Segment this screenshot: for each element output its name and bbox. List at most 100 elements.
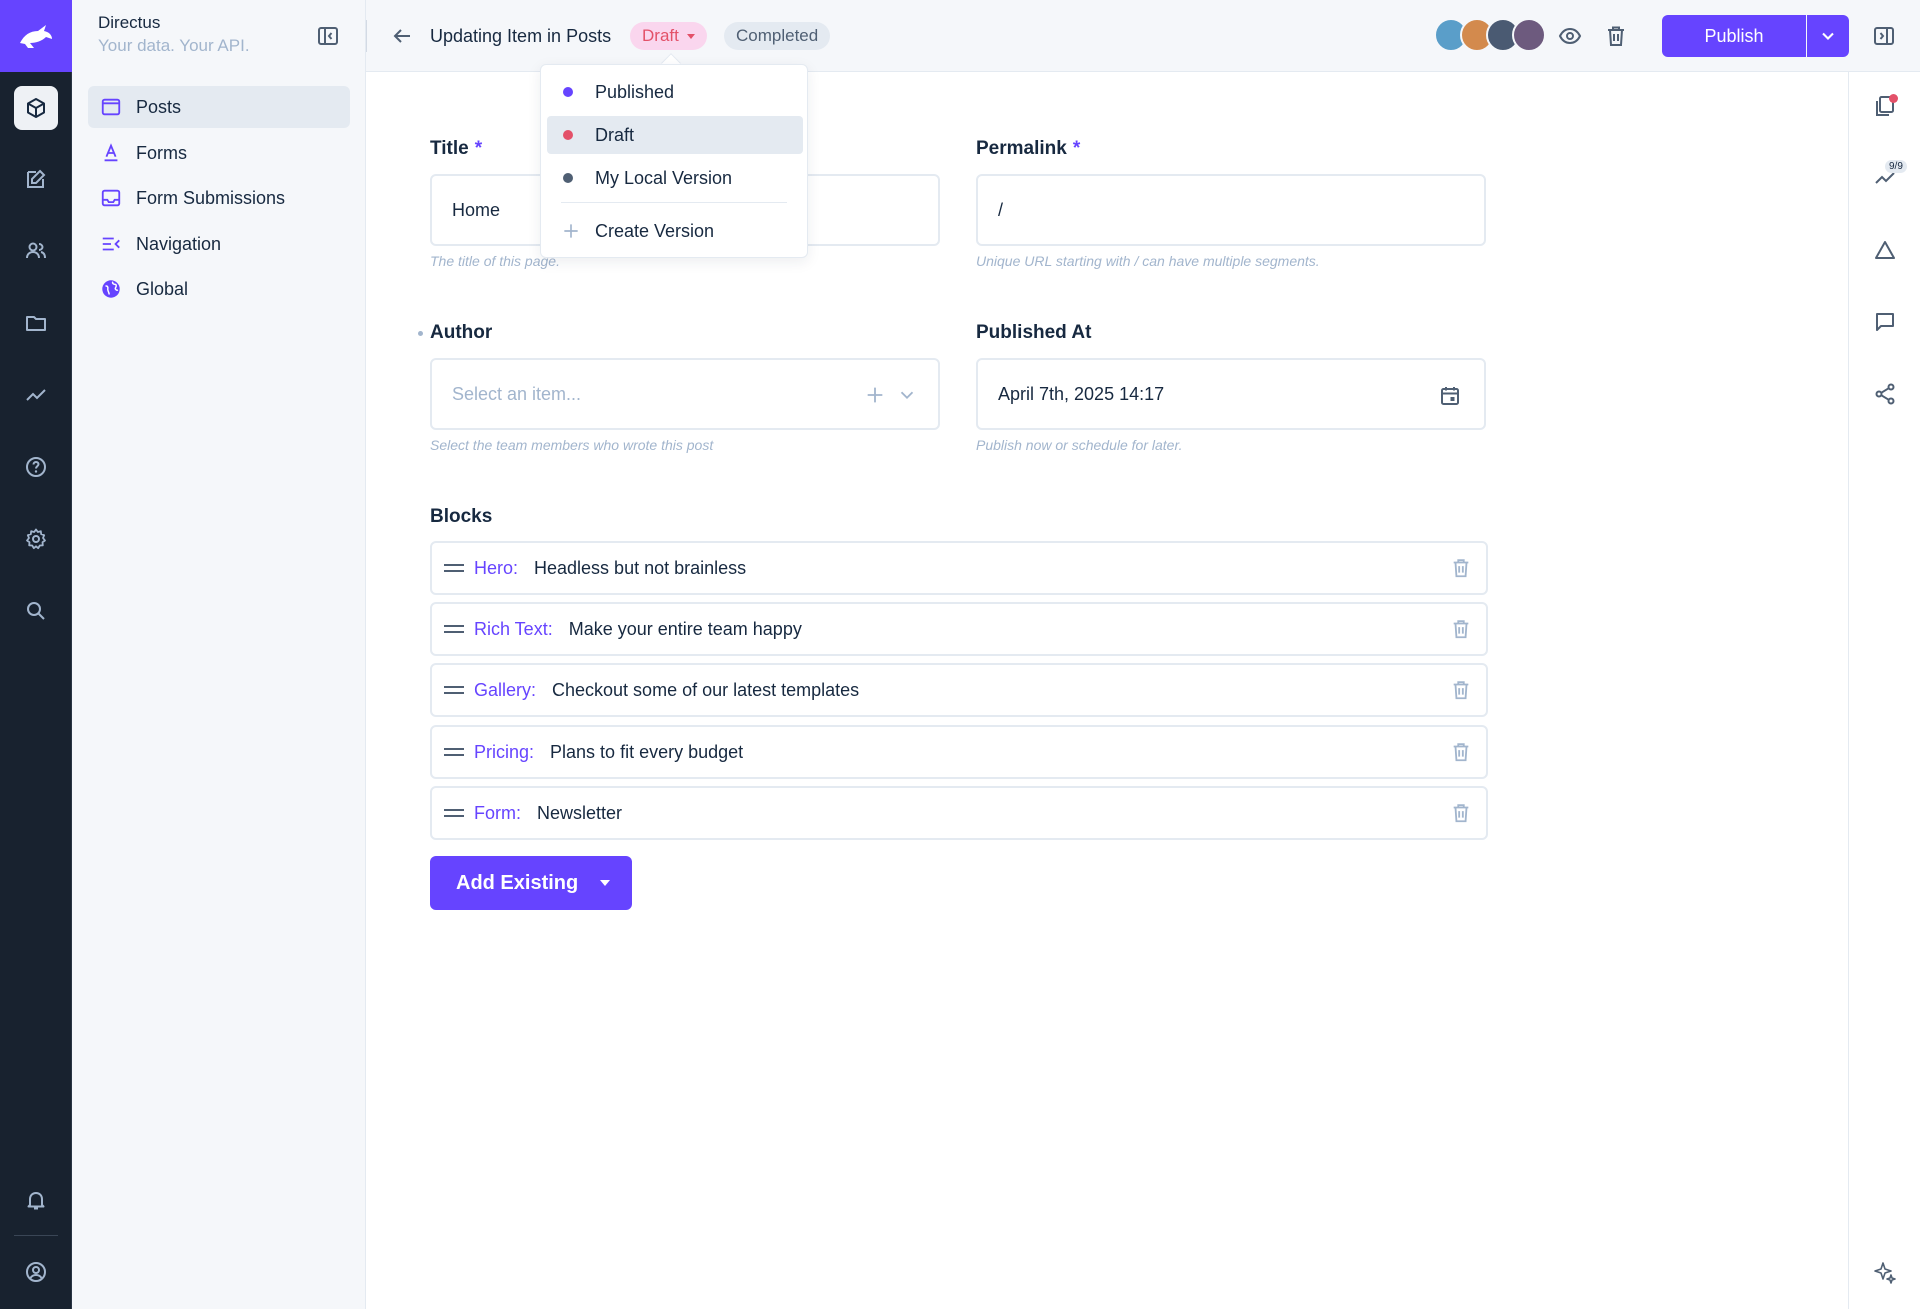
- project-info: Directus Your data. Your API.: [98, 12, 250, 58]
- share-icon[interactable]: [1873, 382, 1897, 406]
- header-divider: [366, 20, 367, 52]
- permalink-field-label: Permalink *: [976, 138, 1080, 160]
- drag-handle-icon[interactable]: [444, 746, 464, 758]
- chevron-down-icon[interactable]: [896, 384, 918, 406]
- status-badge: Completed: [724, 22, 831, 50]
- settings-module-button[interactable]: [14, 517, 58, 561]
- block-row[interactable]: Gallery: Checkout some of our latest tem…: [430, 663, 1488, 717]
- required-marker: *: [1072, 138, 1081, 159]
- permalink-input[interactable]: /: [976, 174, 1486, 246]
- block-title: Make your entire team happy: [568, 618, 802, 639]
- label-text: Title: [430, 138, 469, 159]
- sidebar-collapse-icon[interactable]: [316, 24, 340, 48]
- block-row[interactable]: Form: Newsletter: [430, 786, 1488, 840]
- gear-icon: [26, 528, 46, 550]
- block-title: Plans to fit every budget: [550, 741, 744, 762]
- notifications-button[interactable]: [14, 1178, 58, 1222]
- triangle-icon[interactable]: [1873, 238, 1897, 262]
- avatar[interactable]: [1512, 18, 1546, 52]
- nav-item-label: Navigation: [136, 233, 222, 254]
- nav-item-forms[interactable]: Forms: [88, 132, 350, 174]
- trash-icon[interactable]: [1450, 802, 1472, 824]
- menu-item-label: Published: [595, 81, 675, 102]
- comments-icon[interactable]: [1873, 310, 1897, 334]
- version-selector[interactable]: Draft: [630, 22, 707, 50]
- publish-options-button[interactable]: [1807, 15, 1849, 57]
- required-marker: *: [474, 138, 483, 159]
- drag-handle-icon[interactable]: [444, 807, 464, 819]
- rail-divider: [14, 1235, 58, 1236]
- publish-button[interactable]: Publish: [1662, 15, 1806, 57]
- inbox-icon: [101, 189, 121, 207]
- trash-icon[interactable]: [1604, 24, 1628, 48]
- label-text: Permalink: [976, 138, 1067, 159]
- trash-icon[interactable]: [1450, 679, 1472, 701]
- published-at-input[interactable]: April 7th, 2025 14:17: [976, 358, 1486, 430]
- nav-item-label: Global: [136, 278, 189, 299]
- user-profile-button[interactable]: [14, 1250, 58, 1294]
- calendar-icon[interactable]: [1438, 384, 1462, 408]
- folder-icon: [26, 316, 46, 331]
- help-module-button[interactable]: [14, 445, 58, 489]
- edit-icon: [27, 169, 46, 188]
- block-title: Headless but not brainless: [534, 557, 747, 578]
- files-module-button[interactable]: [14, 301, 58, 345]
- search-module-button[interactable]: [14, 589, 58, 633]
- add-existing-button[interactable]: Add Existing: [430, 856, 632, 910]
- published-at-field-label: Published At: [976, 322, 1092, 343]
- nav-item-posts[interactable]: Posts: [88, 86, 350, 128]
- insights-module-button[interactable]: [14, 373, 58, 417]
- version-pill-label: Draft: [642, 26, 679, 45]
- plus-icon[interactable]: [864, 384, 886, 406]
- block-row[interactable]: Rich Text: Make your entire team happy: [430, 602, 1488, 656]
- nav-item-form-submissions[interactable]: Form Submissions: [88, 177, 350, 219]
- drag-handle-icon[interactable]: [444, 562, 464, 574]
- nav-item-label: Forms: [136, 142, 187, 163]
- project-tagline: Your data. Your API.: [98, 36, 250, 55]
- navigation-icon: [102, 237, 120, 251]
- published-at-hint: Publish now or schedule for later.: [976, 437, 1183, 453]
- arrow-back-icon[interactable]: [390, 24, 414, 48]
- block-row[interactable]: Hero: Headless but not brainless: [430, 541, 1488, 595]
- posts-icon: [101, 98, 121, 116]
- nav-item-navigation[interactable]: Navigation: [88, 223, 350, 265]
- trash-icon[interactable]: [1450, 557, 1472, 579]
- drag-handle-icon[interactable]: [444, 623, 464, 635]
- sidebar-toggle-icon[interactable]: [1872, 24, 1896, 48]
- block-row[interactable]: Pricing: Plans to fit every budget: [430, 725, 1488, 779]
- nav-item-global[interactable]: Global: [88, 268, 350, 310]
- menu-item-draft[interactable]: Draft: [547, 116, 803, 154]
- menu-item-label: Draft: [595, 124, 635, 145]
- nav-item-label: Posts: [136, 96, 182, 117]
- bell-icon: [27, 1192, 45, 1210]
- help-icon: [26, 457, 46, 477]
- box-icon: [27, 98, 45, 118]
- block-type: Gallery:: [474, 679, 537, 700]
- block-type: Pricing:: [474, 741, 535, 762]
- eye-icon[interactable]: [1558, 24, 1582, 48]
- rabbit-logo-icon: [20, 25, 52, 48]
- trash-icon[interactable]: [1450, 741, 1472, 763]
- header-bar: Updating Item in Posts Draft Completed P…: [366, 0, 1920, 72]
- block-type: Rich Text:: [474, 618, 553, 639]
- author-select[interactable]: Select an item...: [430, 358, 940, 430]
- content-module-button[interactable]: [14, 86, 58, 130]
- drag-handle-icon[interactable]: [444, 684, 464, 696]
- menu-item-my-local-version[interactable]: My Local Version: [547, 159, 803, 197]
- sparkles-icon[interactable]: [1873, 1260, 1897, 1284]
- directus-logo[interactable]: [0, 0, 72, 72]
- search-icon: [27, 602, 45, 620]
- chevron-down-icon: [1822, 32, 1834, 40]
- trash-icon[interactable]: [1450, 618, 1472, 640]
- users-module-button[interactable]: [14, 229, 58, 273]
- status-dot: [563, 173, 573, 183]
- menu-item-published[interactable]: Published: [547, 73, 803, 111]
- status-dot: [563, 87, 573, 97]
- menu-item-create-version[interactable]: Create Version: [547, 212, 803, 250]
- title-field-label: Title *: [430, 138, 482, 160]
- blocks-field-label: Blocks: [430, 506, 493, 527]
- editor-module-button[interactable]: [14, 157, 58, 201]
- navigation-sidebar: Directus Your data. Your API. Posts Form…: [72, 0, 366, 1309]
- block-title: Checkout some of our latest templates: [552, 679, 860, 700]
- forms-icon: [104, 143, 118, 162]
